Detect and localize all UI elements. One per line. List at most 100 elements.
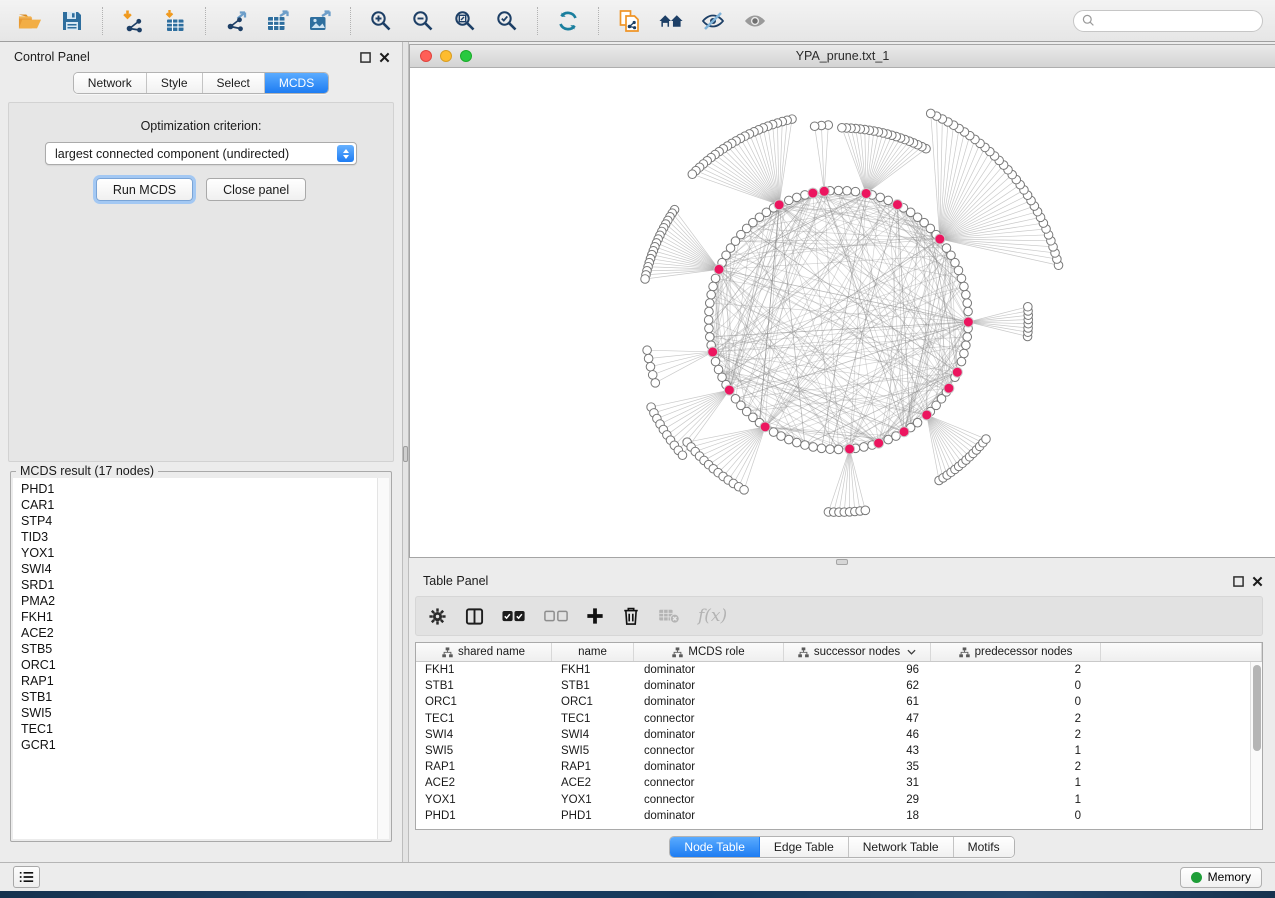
float-table-panel-icon[interactable] <box>1233 576 1244 587</box>
result-item[interactable]: SRD1 <box>13 577 389 593</box>
column-header-successor-nodes[interactable]: successor nodes <box>784 643 931 661</box>
network-canvas[interactable] <box>410 68 1275 557</box>
settings-button[interactable] <box>428 607 447 626</box>
tab-style[interactable]: Style <box>147 73 203 93</box>
table-scrollbar-thumb[interactable] <box>1253 665 1261 751</box>
tab-mcds[interactable]: MCDS <box>265 73 328 93</box>
optimization-criterion-label: Optimization criterion: <box>9 119 393 133</box>
memory-button[interactable]: Memory <box>1180 867 1262 888</box>
mcds-result-list[interactable]: PHD1CAR1STP4TID3YOX1SWI4SRD1PMA2FKH1ACE2… <box>13 478 389 839</box>
delete-row-icon <box>622 606 640 626</box>
window-minimize-icon[interactable] <box>440 50 452 62</box>
table-row[interactable]: SWI4SWI4dominator462 <box>416 727 1250 743</box>
tab-network[interactable]: Network <box>74 73 147 93</box>
result-item[interactable]: ACE2 <box>13 625 389 641</box>
result-item[interactable]: STB1 <box>13 689 389 705</box>
save-session-button[interactable] <box>54 5 90 37</box>
refresh-layout-button[interactable] <box>550 5 586 37</box>
table-scrollbar[interactable] <box>1250 662 1262 829</box>
table-tab-network-table[interactable]: Network Table <box>849 837 954 857</box>
import-table-button[interactable] <box>157 5 193 37</box>
column-header-MCDS-role[interactable]: MCDS role <box>634 643 784 661</box>
result-item[interactable]: RAP1 <box>13 673 389 689</box>
hide-selected-button[interactable] <box>695 5 731 37</box>
table-row[interactable]: RAP1RAP1dominator352 <box>416 759 1250 775</box>
result-item[interactable]: FKH1 <box>13 609 389 625</box>
select-all-button[interactable] <box>502 610 526 623</box>
zoom-fit-button[interactable] <box>447 5 483 37</box>
open-file-button[interactable] <box>12 5 48 37</box>
export-image-button[interactable] <box>302 5 338 37</box>
main-toolbar <box>0 0 1275 42</box>
result-item[interactable]: SWI4 <box>13 561 389 577</box>
zoom-out-button[interactable] <box>405 5 441 37</box>
table-row[interactable]: TEC1TEC1connector472 <box>416 711 1250 727</box>
zoom-in-button[interactable] <box>363 5 399 37</box>
result-item[interactable]: PHD1 <box>13 478 389 497</box>
search-box[interactable] <box>1073 10 1263 32</box>
table-cell: 1 <box>931 745 1089 757</box>
vertical-splitter-grip[interactable] <box>403 446 408 462</box>
result-item[interactable]: PMA2 <box>13 593 389 609</box>
mcds-list-scrollbar[interactable] <box>377 478 389 839</box>
table-row[interactable]: ACE2ACE2connector311 <box>416 775 1250 791</box>
table-tab-node-table[interactable]: Node Table <box>670 837 760 857</box>
export-table-button[interactable] <box>260 5 296 37</box>
vertical-splitter[interactable] <box>402 42 409 862</box>
close-table-panel-icon[interactable] <box>1252 576 1263 587</box>
export-network-button[interactable] <box>218 5 254 37</box>
criterion-select[interactable]: largest connected component (undirected) <box>45 142 357 165</box>
clone-network-button[interactable] <box>611 5 647 37</box>
column-header-predecessor-nodes[interactable]: predecessor nodes <box>931 643 1101 661</box>
close-panel-icon[interactable] <box>379 52 390 63</box>
result-item[interactable]: SWI5 <box>13 705 389 721</box>
window-close-icon[interactable] <box>420 50 432 62</box>
show-all-button[interactable] <box>737 5 773 37</box>
delete-row-button[interactable] <box>622 606 640 626</box>
table-row[interactable]: STB1STB1dominator620 <box>416 678 1250 694</box>
run-mcds-button[interactable]: Run MCDS <box>96 178 193 201</box>
first-neighbors-button[interactable] <box>653 5 689 37</box>
table-cell: connector <box>634 713 784 725</box>
table-panel-titlebar: Table Panel <box>409 566 1275 592</box>
table-tab-motifs[interactable]: Motifs <box>954 837 1014 857</box>
result-item[interactable]: TID3 <box>13 529 389 545</box>
tab-select[interactable]: Select <box>203 73 265 93</box>
result-item[interactable]: CAR1 <box>13 497 389 513</box>
list-icon <box>19 871 34 883</box>
column-header-shared-name[interactable]: shared name <box>416 643 552 661</box>
zoom-selected-button[interactable] <box>489 5 525 37</box>
table-cell: STB1 <box>416 680 552 692</box>
close-panel-button[interactable]: Close panel <box>206 178 306 201</box>
toolbar-separator <box>102 7 103 35</box>
horizontal-splitter-grip[interactable] <box>836 559 848 565</box>
table-row[interactable]: YOX1YOX1connector291 <box>416 792 1250 808</box>
network-window-titlebar: YPA_prune.txt_1 <box>410 45 1275 68</box>
add-row-button[interactable] <box>586 607 604 625</box>
column-header-name[interactable]: name <box>552 643 634 661</box>
result-item[interactable]: STP4 <box>13 513 389 529</box>
float-panel-icon[interactable] <box>360 52 371 63</box>
deselect-all-button[interactable] <box>544 610 568 623</box>
select-all-icon <box>502 610 526 623</box>
delete-table-button[interactable] <box>658 608 680 624</box>
table-cell: PHD1 <box>416 810 552 822</box>
result-item[interactable]: STB5 <box>13 641 389 657</box>
import-network-button[interactable] <box>115 5 151 37</box>
table-row[interactable]: PHD1PHD1dominator180 <box>416 808 1250 824</box>
result-item[interactable]: ORC1 <box>13 657 389 673</box>
result-item[interactable]: YOX1 <box>13 545 389 561</box>
show-panels-list-button[interactable] <box>13 866 40 888</box>
window-maximize-icon[interactable] <box>460 50 472 62</box>
search-input[interactable] <box>1100 14 1255 28</box>
horizontal-splitter[interactable] <box>409 558 1275 566</box>
table-tab-edge-table[interactable]: Edge Table <box>760 837 849 857</box>
result-item[interactable]: GCR1 <box>13 737 389 753</box>
select-stepper-icon <box>337 145 354 162</box>
columns-button[interactable] <box>465 607 484 626</box>
result-item[interactable]: TEC1 <box>13 721 389 737</box>
table-row[interactable]: SWI5SWI5connector431 <box>416 743 1250 759</box>
import-table-icon <box>163 9 187 33</box>
table-row[interactable]: ORC1ORC1dominator610 <box>416 694 1250 710</box>
table-row[interactable]: FKH1FKH1dominator962 <box>416 662 1250 678</box>
